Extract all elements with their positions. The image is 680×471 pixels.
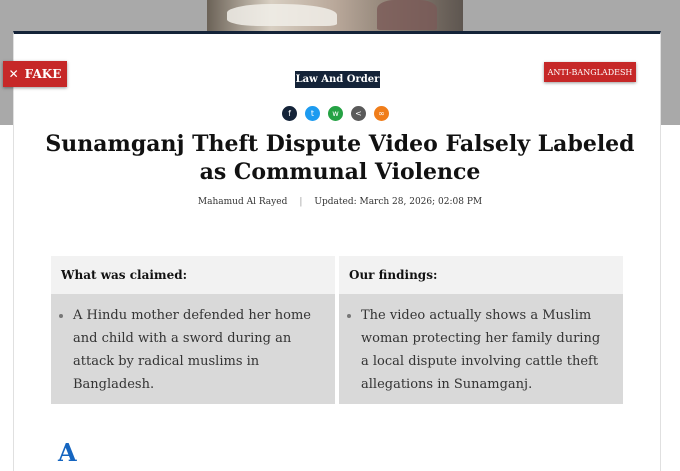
claimed-column: What was claimed: A Hindu mother defende…	[51, 256, 335, 404]
article-card	[13, 31, 661, 471]
fake-verdict-badge: ✕ FAKE	[3, 61, 67, 87]
close-icon: ✕	[8, 67, 19, 81]
claimed-text: A Hindu mother defended her home and chi…	[73, 304, 323, 396]
category-tag[interactable]: Law And Order	[295, 71, 380, 88]
twitter-icon[interactable]: t	[305, 106, 320, 121]
facebook-icon[interactable]: f	[282, 106, 297, 121]
whatsapp-icon[interactable]: w	[328, 106, 343, 121]
verdict-label: FAKE	[24, 67, 62, 81]
hero-photo	[207, 0, 463, 32]
findings-body: The video actually shows a Muslim woman …	[339, 294, 623, 404]
findings-column: Our findings: The video actually shows a…	[339, 256, 623, 404]
hero-photo-figure	[377, 0, 437, 30]
meta-separator: |	[299, 197, 303, 207]
hero-photo-figure	[227, 4, 337, 26]
link-icon[interactable]: ∞	[374, 106, 389, 121]
topic-tag[interactable]: ANTI-BANGLADESH	[544, 62, 636, 82]
claim-findings-table: What was claimed: A Hindu mother defende…	[51, 256, 623, 404]
findings-text: The video actually shows a Muslim woman …	[361, 304, 611, 396]
article-headline: Sunamganj Theft Dispute Video Falsely La…	[45, 131, 635, 185]
claimed-body: A Hindu mother defended her home and chi…	[51, 294, 335, 404]
share-buttons: f t w < ∞	[282, 106, 389, 121]
findings-heading: Our findings:	[339, 256, 623, 294]
updated-timestamp: Updated: March 28, 2026; 02:08 PM	[314, 197, 483, 207]
article-meta: Mahamud Al Rayed | Updated: March 28, 20…	[0, 197, 680, 207]
claimed-heading: What was claimed:	[51, 256, 335, 294]
author-name[interactable]: Mahamud Al Rayed	[198, 197, 287, 207]
share-icon[interactable]: <	[351, 106, 366, 121]
